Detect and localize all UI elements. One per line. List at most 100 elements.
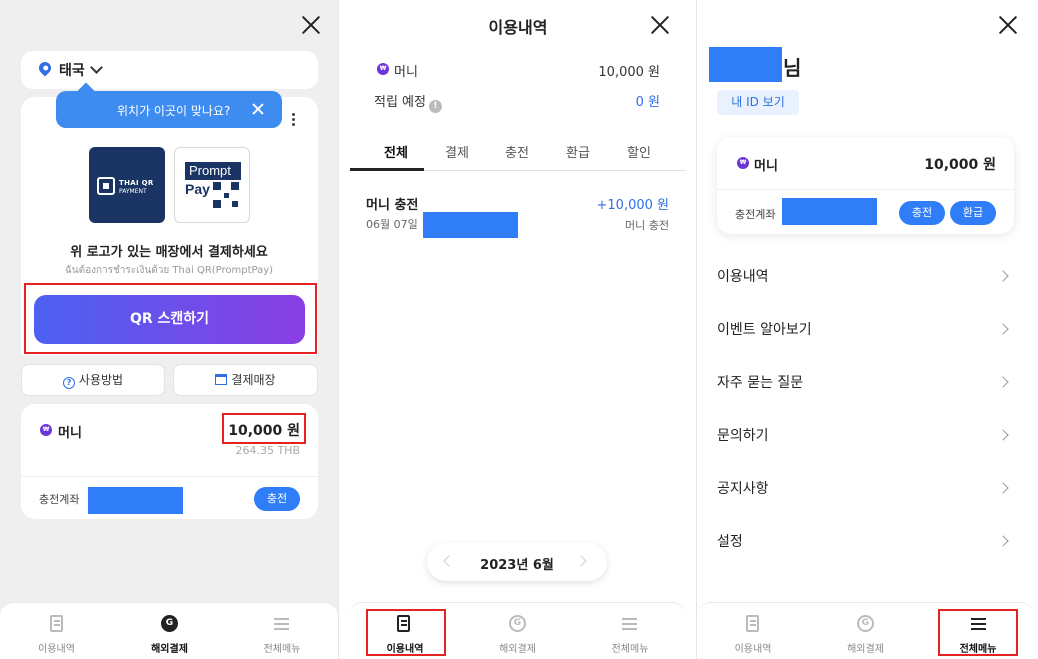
stores-label: 결제매장 — [231, 373, 276, 387]
pay-instruction-thai: ฉันต้องการชำระเงินด้วย Thai QR(PromptPay… — [64, 265, 274, 276]
nav-history-label: 이용내역 — [38, 644, 75, 655]
menu-item-events[interactable]: 이벤트 알아보기 — [717, 312, 1013, 365]
money-label: 머니 — [754, 159, 778, 174]
menu-item-label: 설정 — [717, 534, 743, 550]
money-balance: 10,000 원 — [598, 65, 660, 80]
nav-overseas[interactable]: G 해외결제 — [809, 603, 922, 659]
points-amount: 0 원 — [635, 95, 660, 110]
charge-button[interactable]: 충전 — [899, 201, 945, 225]
account-label: 충전계좌 — [735, 208, 776, 221]
tooltip-close-icon[interactable] — [252, 103, 264, 115]
highlight-box — [938, 609, 1018, 656]
how-to-use-button[interactable]: ? 사용방법 — [21, 364, 165, 396]
menu-item-label: 이용내역 — [717, 269, 769, 285]
page-title: 이용내역 — [488, 18, 548, 37]
nav-overseas-label: 해외결제 — [499, 644, 536, 655]
tab-underline — [350, 168, 424, 171]
tab-payment[interactable]: 결제 — [445, 142, 469, 161]
refund-button[interactable]: 환급 — [950, 201, 996, 225]
nav-menu[interactable]: 전체메뉴 — [226, 603, 338, 659]
tab-discount[interactable]: 할인 — [627, 142, 651, 161]
logo-text: THAI QR — [119, 179, 154, 187]
more-options-icon[interactable] — [292, 113, 296, 129]
logo-text: Prompt — [189, 163, 231, 178]
nav-history[interactable]: 이용내역 — [697, 603, 809, 659]
promptpay-logo: Prompt Pay — [174, 147, 250, 223]
menu-icon — [622, 618, 637, 630]
close-icon[interactable] — [649, 14, 671, 36]
tooltip-text: 위치가 이곳이 맞나요? — [117, 104, 231, 118]
e-money-icon: ₩ — [737, 157, 749, 169]
chevron-right-icon — [997, 270, 1009, 282]
menu-item-inquiry[interactable]: 문의하기 — [717, 418, 1013, 471]
info-icon[interactable]: ! — [428, 100, 442, 113]
logo-text: PAYMENT — [119, 188, 147, 195]
menu-icon — [274, 618, 289, 630]
document-icon — [746, 615, 759, 632]
nav-history-label: 이용내역 — [734, 644, 772, 655]
location-label[interactable]: 태국 — [59, 60, 85, 80]
transaction-date: 06월 07일 — [366, 218, 418, 231]
menu-item-history[interactable]: 이용내역 — [717, 259, 1013, 312]
money-label: 머니 — [394, 65, 418, 80]
nav-menu[interactable]: 전체메뉴 — [574, 603, 686, 659]
highlight-box — [24, 283, 317, 354]
nav-overseas-label: 해외결제 — [847, 644, 884, 655]
chevron-right-icon — [997, 376, 1009, 388]
how-to-use-label: 사용방법 — [78, 373, 124, 387]
nav-overseas-label: 해외결제 — [151, 644, 188, 655]
highlight-box — [366, 609, 446, 656]
help-icon: ? — [62, 377, 75, 389]
e-money-icon: ₩ — [40, 424, 52, 436]
transaction-redacted — [423, 212, 518, 238]
stores-button[interactable]: 결제매장 — [173, 364, 318, 396]
menu-item-label: 문의하기 — [717, 428, 769, 444]
nav-overseas[interactable]: G 해외결제 — [461, 603, 574, 659]
document-icon — [50, 615, 63, 632]
location-tooltip: 위치가 이곳이 맞나요? — [56, 91, 282, 128]
chevron-right-icon — [997, 535, 1009, 547]
g-icon: G — [161, 615, 178, 632]
close-icon[interactable] — [300, 14, 322, 36]
close-icon[interactable] — [997, 14, 1019, 36]
account-label: 충전계좌 — [39, 493, 80, 506]
chevron-right-icon — [997, 482, 1009, 494]
divider — [717, 189, 1014, 190]
nav-menu-label: 전체메뉴 — [611, 644, 649, 655]
transaction-amount: +10,000 원 — [596, 198, 669, 213]
tab-refund[interactable]: 환급 — [566, 142, 590, 161]
money-balance: 10,000 원 — [924, 157, 996, 173]
money-label: 머니 — [58, 426, 82, 441]
tab-charge[interactable]: 충전 — [505, 142, 529, 161]
menu-item-settings[interactable]: 설정 — [717, 524, 1013, 577]
user-name-suffix: 님 — [783, 56, 802, 80]
transaction-title: 머니 충전 — [366, 198, 419, 213]
charge-button[interactable]: 충전 — [254, 487, 300, 511]
menu-item-notices[interactable]: 공지사항 — [717, 471, 1013, 524]
pay-instruction: 위 로고가 있는 매장에서 결제하세요 — [70, 245, 268, 260]
nav-menu-label: 전체메뉴 — [263, 644, 301, 655]
thai-qr-payment-logo: THAI QR PAYMENT — [89, 147, 165, 223]
menu-item-faq[interactable]: 자주 묻는 질문 — [717, 365, 1013, 418]
e-money-icon: ₩ — [377, 63, 389, 75]
money-thb: 264.35 THB — [235, 444, 300, 457]
account-redacted — [782, 198, 877, 225]
chevron-right-icon — [997, 323, 1009, 335]
month-selector: 2023년 6월 — [427, 543, 607, 581]
nav-history[interactable]: 이용내역 — [0, 603, 113, 659]
view-id-button[interactable]: 내 ID 보기 — [717, 90, 799, 115]
store-icon — [215, 374, 228, 385]
user-name-redacted — [709, 47, 782, 82]
chevron-right-icon — [997, 429, 1009, 441]
nav-overseas[interactable]: G 해외결제 — [113, 603, 226, 659]
points-label-text: 적립 예정 — [374, 95, 426, 110]
bottom-nav: 이용내역 G 해외결제 전체메뉴 — [0, 602, 338, 659]
points-label: 적립 예정! — [374, 91, 442, 113]
highlight-box — [222, 413, 306, 444]
g-icon: G — [509, 615, 526, 632]
menu-item-label: 공지사항 — [717, 481, 769, 497]
divider — [21, 476, 318, 477]
g-icon: G — [857, 615, 874, 632]
tab-all[interactable]: 전체 — [384, 142, 408, 161]
points-value: 0 원 — [560, 91, 660, 110]
